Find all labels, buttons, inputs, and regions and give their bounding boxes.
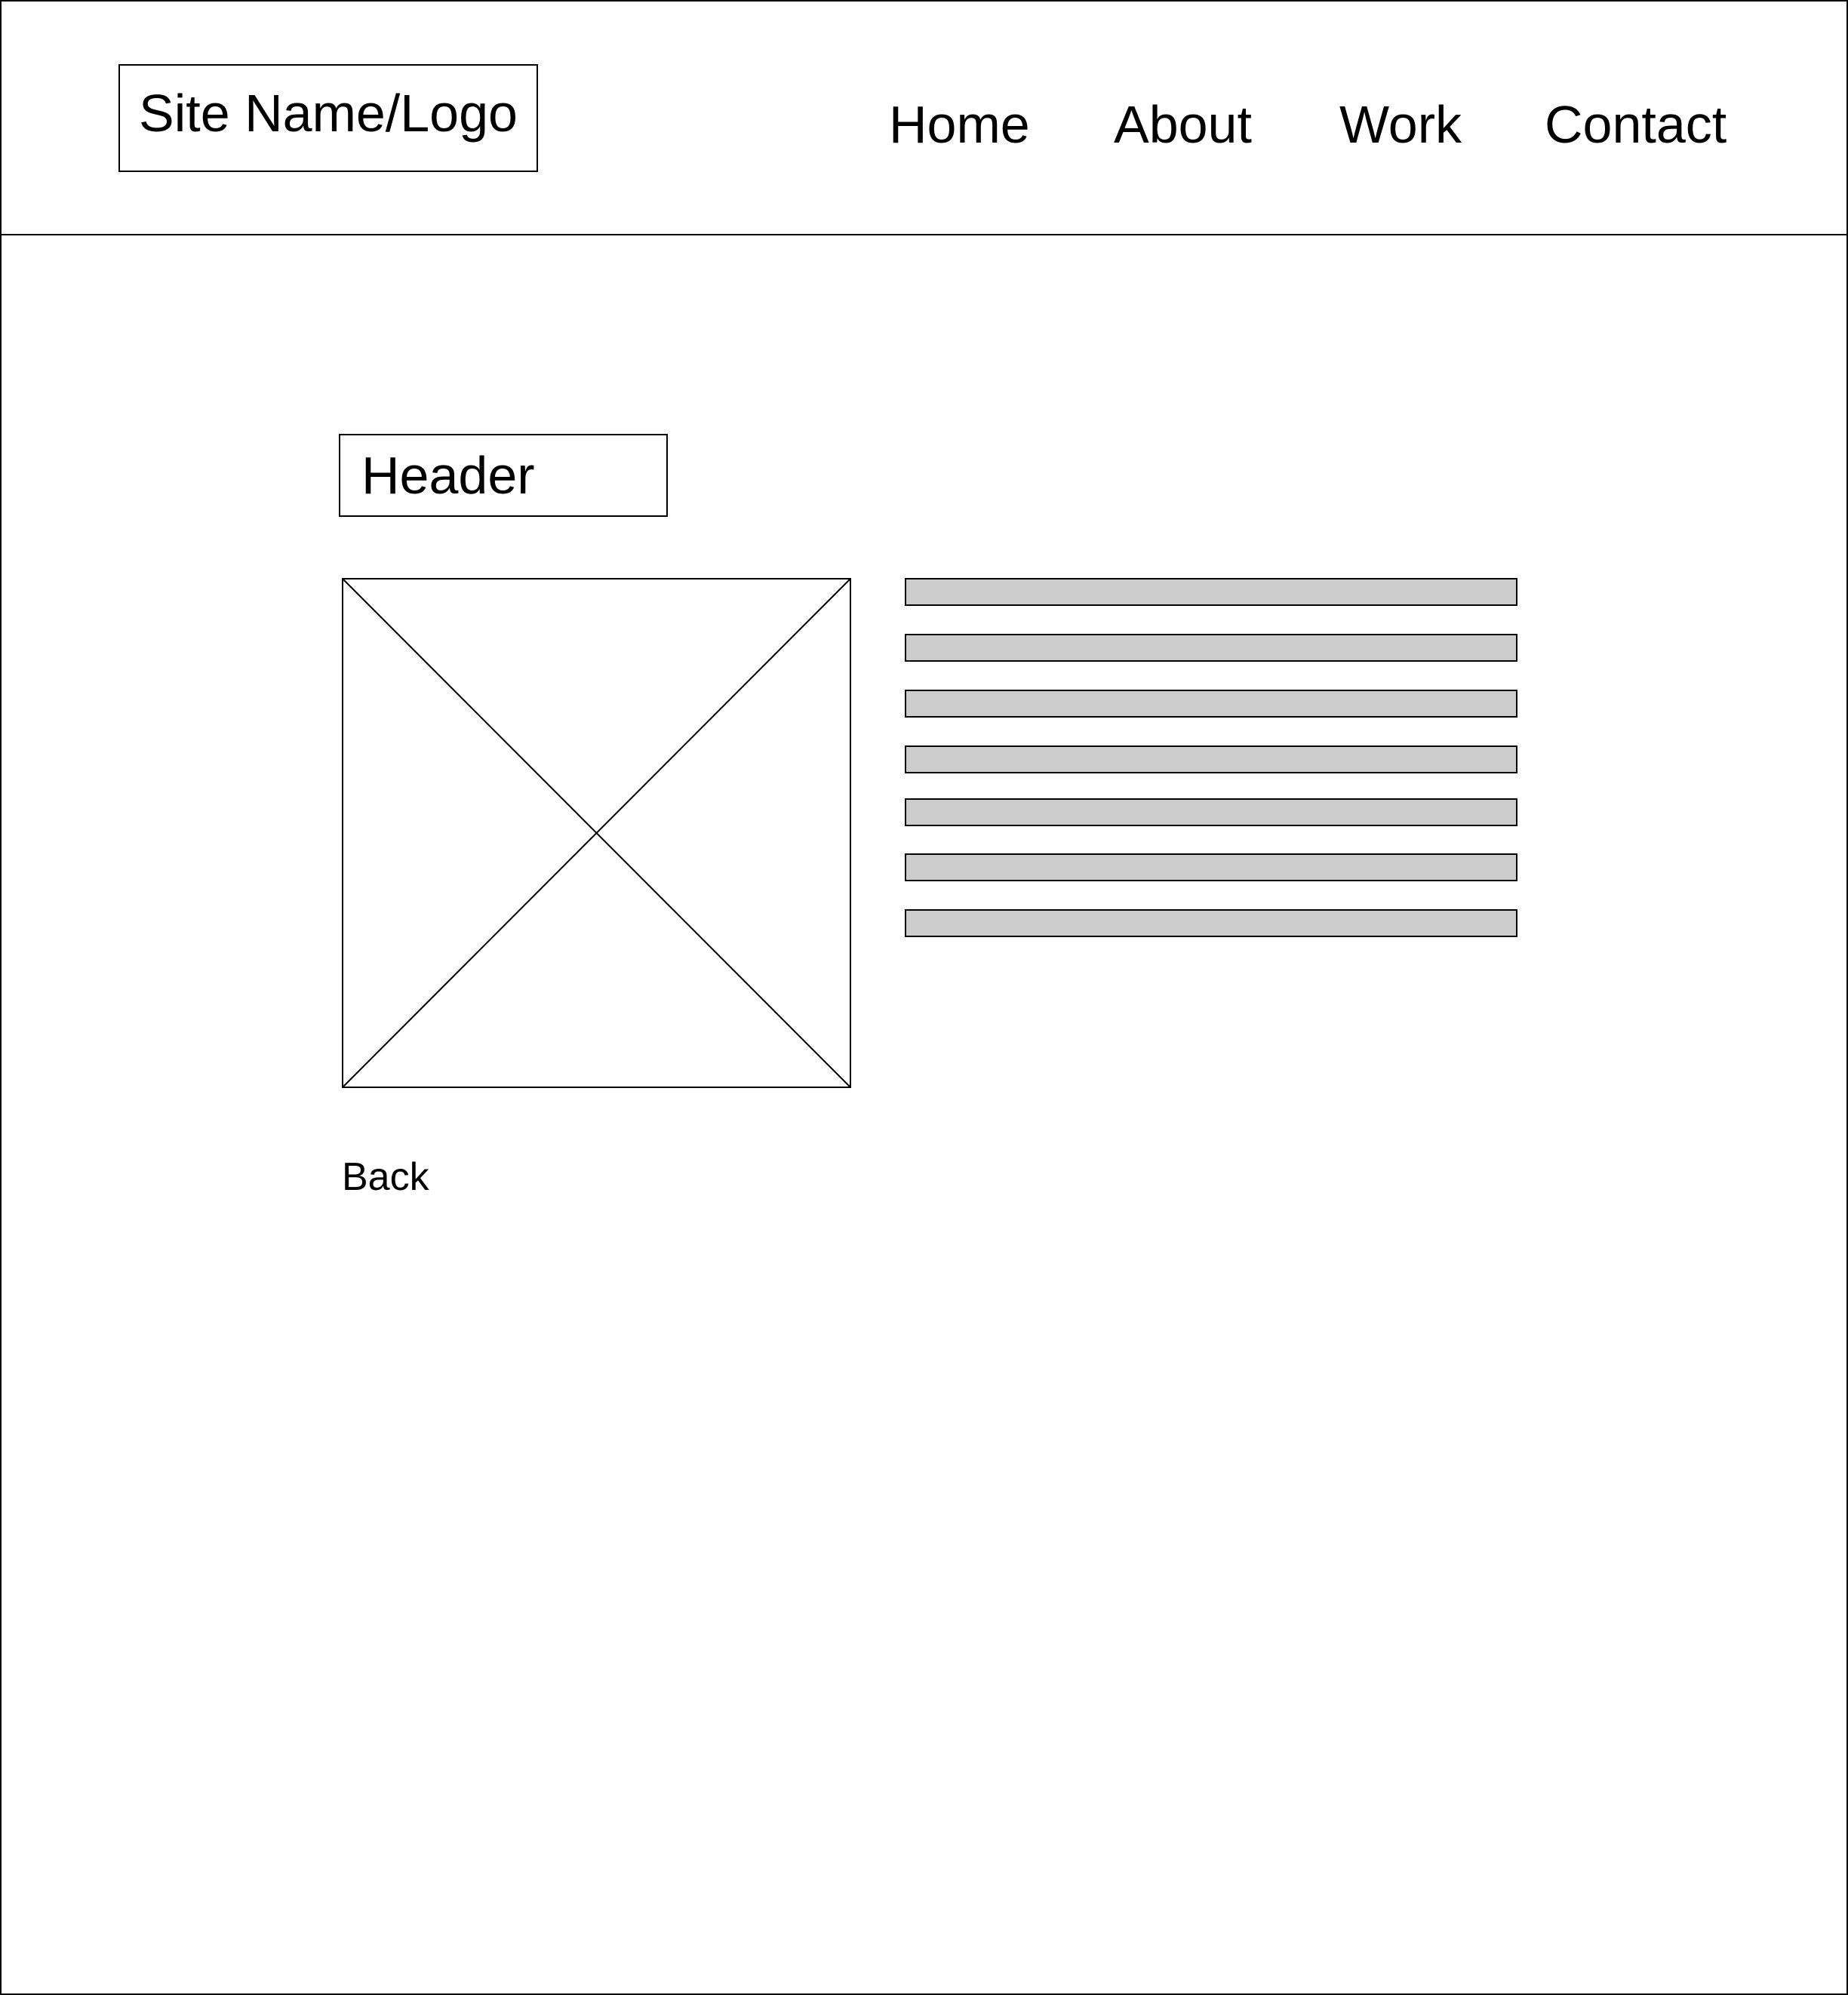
content-header: Header (339, 434, 668, 517)
text-line-placeholder (905, 745, 1517, 773)
nav-link-about[interactable]: About (1114, 91, 1252, 158)
text-line-placeholder (905, 798, 1517, 826)
site-logo[interactable]: Site Name/Logo (118, 64, 538, 172)
image-placeholder-icon (342, 578, 851, 1088)
text-line-placeholder (905, 853, 1517, 881)
text-line-placeholder (905, 909, 1517, 937)
nav-link-work[interactable]: Work (1339, 91, 1462, 158)
nav-link-home[interactable]: Home (889, 91, 1030, 158)
page-frame (0, 0, 1848, 1995)
nav-link-contact[interactable]: Contact (1545, 91, 1727, 158)
text-line-placeholder (905, 634, 1517, 662)
text-line-placeholder (905, 578, 1517, 606)
site-header: Site Name/Logo Home About Work Contact (0, 0, 1848, 235)
text-line-placeholder (905, 690, 1517, 718)
back-link[interactable]: Back (342, 1152, 429, 1202)
